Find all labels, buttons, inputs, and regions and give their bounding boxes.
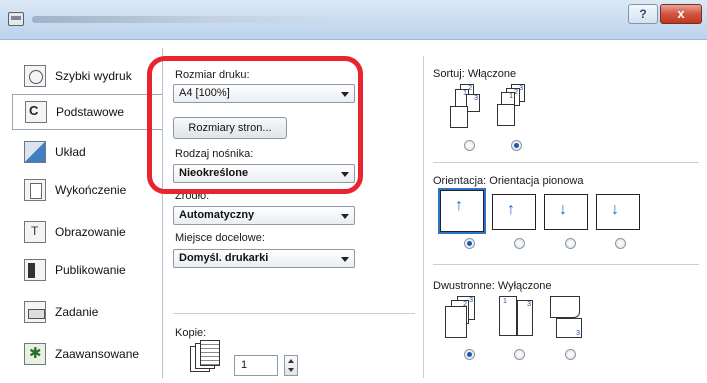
chevron-down-icon [341,214,349,219]
sidebar-item-label: Podstawowe [56,105,125,119]
collate-value: Włączone [467,68,517,80]
quick-print-icon [24,65,46,87]
arrow-down-icon: ↓ [559,201,567,218]
orientation-title: Orientacja: Orientacja pionowa [433,175,583,187]
source-select[interactable]: Automatyczny [173,206,355,225]
sidebar-item-label: Układ [55,145,86,159]
layout-icon [24,141,46,163]
copies-separator [173,313,415,314]
collate-off-radio[interactable] [464,140,475,151]
duplex-short-edge-radio[interactable] [565,349,576,360]
arrow-down-icon: ↓ [611,201,619,218]
orientation-portrait-rotated-option[interactable]: ↓ [544,194,588,230]
sidebar-item-label: Publikowanie [55,263,126,277]
chevron-down-icon [341,257,349,262]
chevron-down-icon [341,172,349,177]
sidebar-item-quick-print[interactable]: Szybki wydruk [12,58,162,94]
advanced-icon [24,343,46,365]
sidebar-item-layout[interactable]: Układ [12,134,162,170]
orientation-radio-1[interactable] [464,238,475,249]
title-bar: ? x [0,0,707,40]
sidebar: Szybki wydruk Podstawowe Układ Wykończen… [12,48,162,378]
duplex-separator [433,264,699,265]
collate-on-icon[interactable]: 3 2 1 [497,84,537,134]
increment-icon[interactable] [288,359,294,363]
sidebar-item-advanced[interactable]: Zaawansowane [12,336,162,372]
sidebar-item-label: Zaawansowane [55,347,140,361]
source-label: Źródło: [175,190,210,202]
orientation-radio-3[interactable] [565,238,576,249]
sidebar-item-imaging[interactable]: Obrazowanie [12,214,162,250]
chevron-down-icon [341,92,349,97]
printer-icon [8,12,24,26]
collate-on-radio[interactable] [511,140,522,151]
collate-label: Sortuj: [433,68,465,80]
sidebar-item-label: Zadanie [55,305,99,319]
collate-off-icon[interactable]: 2 1 3 [450,84,490,134]
arrow-up-icon: ↑ [507,201,515,218]
duplex-label: Dwustronne: [433,280,495,292]
sidebar-item-publishing[interactable]: Publikowanie [12,252,162,288]
print-size-select[interactable]: A4 [100%] [173,84,355,103]
media-type-label: Rodzaj nośnika: [175,148,254,160]
sidebar-item-label: Wykończenie [55,183,127,197]
orientation-landscape-rotated-option[interactable]: ↓ [596,194,640,230]
sidebar-divider [162,48,163,378]
sidebar-item-finishing[interactable]: Wykończenie [12,172,162,208]
sidebar-item-job[interactable]: Zadanie [12,294,162,330]
copies-input[interactable]: 1 [234,355,278,376]
decrement-icon[interactable] [288,368,294,372]
orientation-radio-4[interactable] [615,238,626,249]
media-type-value: Nieokreślone [179,167,249,179]
print-size-label: Rozmiar druku: [175,69,250,81]
orientation-radio-2[interactable] [514,238,525,249]
right-panel-divider [423,56,424,378]
basic-icon [25,101,47,123]
orientation-portrait-option[interactable]: ↑ [438,188,486,234]
imaging-icon [24,221,46,243]
arrow-up-icon: ↑ [455,197,463,214]
copies-stepper[interactable] [284,355,298,376]
duplex-off-icon[interactable]: 3 2 [445,296,481,342]
duplex-long-edge-radio[interactable] [514,349,525,360]
copies-icon [190,340,220,376]
close-button[interactable]: x [660,4,702,24]
publishing-icon [24,259,46,281]
collate-title: Sortuj: Włączone [433,68,516,80]
duplex-short-edge-icon[interactable]: 3 [548,296,588,346]
orientation-value: Orientacja pionowa [489,175,584,187]
duplex-value: Wyłączone [497,280,552,292]
source-value: Automatyczny [179,209,255,221]
orientation-label: Orientacja: [433,175,487,187]
destination-select[interactable]: Domyśl. drukarki [173,249,355,268]
duplex-off-radio[interactable] [464,349,475,360]
sidebar-item-basic[interactable]: Podstawowe [12,94,162,130]
orientation-landscape-option[interactable]: ↑ [492,194,536,230]
media-type-select[interactable]: Nieokreślone [173,164,355,183]
window-title-blurred [32,16,342,23]
destination-label: Miejsce docelowe: [175,232,265,244]
sidebar-item-label: Obrazowanie [55,225,126,239]
duplex-title: Dwustronne: Wyłączone [433,280,552,292]
orientation-separator [433,162,699,163]
finishing-icon [24,179,46,201]
help-button[interactable]: ? [628,4,658,24]
page-sizes-button[interactable]: Rozmiary stron... [173,117,287,139]
job-icon [24,301,46,323]
destination-value: Domyśl. drukarki [179,252,269,264]
sidebar-item-label: Szybki wydruk [55,69,132,83]
duplex-long-edge-icon[interactable]: 1 3 [497,296,537,342]
copies-label: Kopie: [175,327,207,339]
print-size-value: A4 [100%] [179,87,230,99]
